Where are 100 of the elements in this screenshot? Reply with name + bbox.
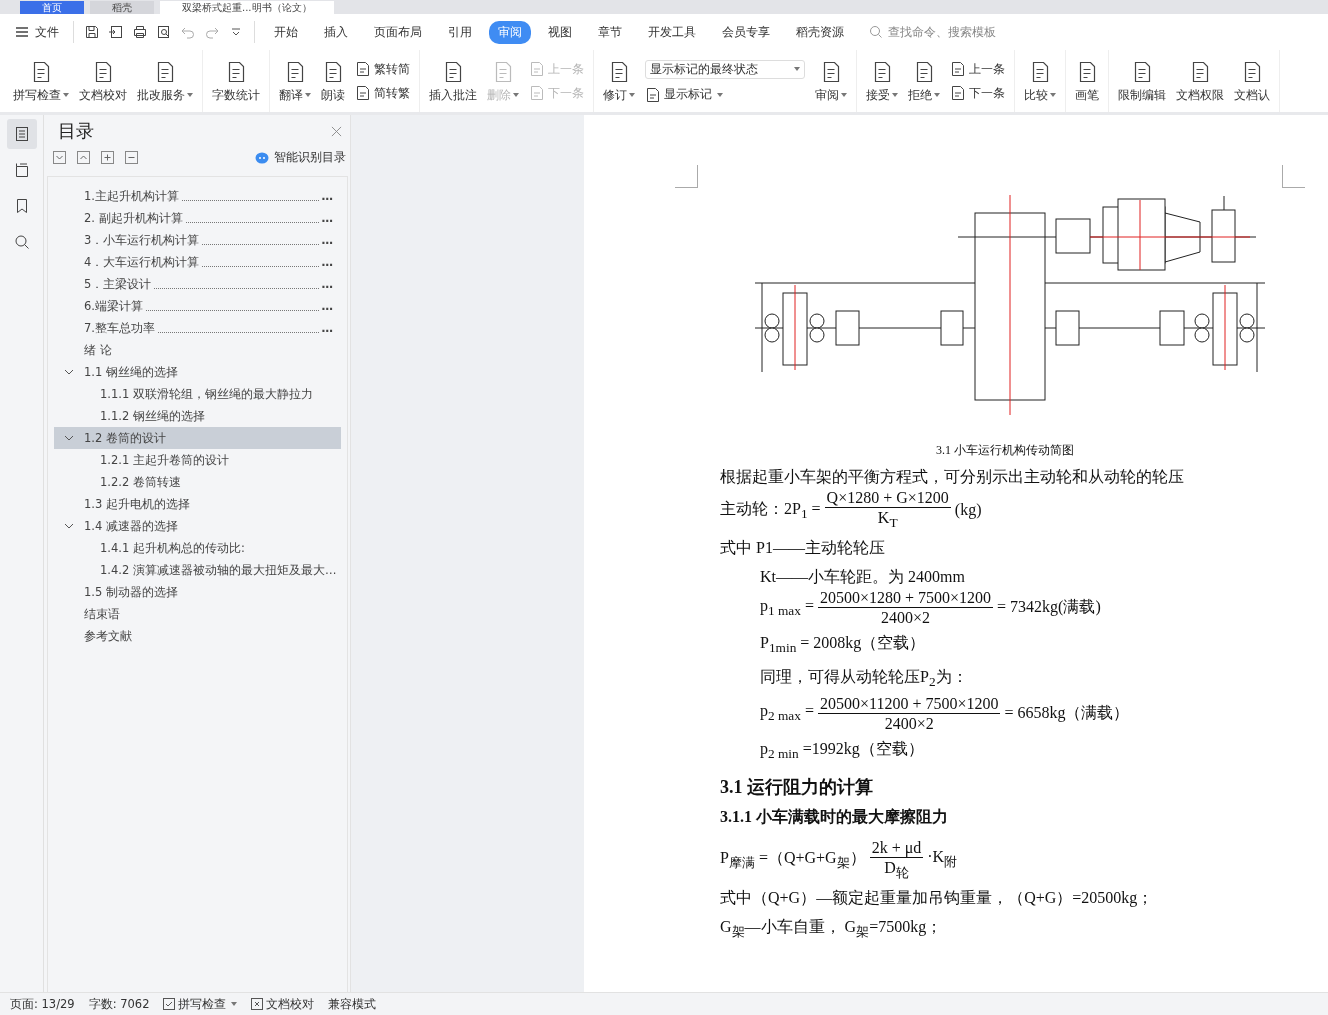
paragraph: 式中（Q+G）—额定起重量加吊钩重量，（Q+G）=20500kg； [720,887,1155,909]
chevron-icon[interactable] [64,367,74,377]
toc-label: 1.3 起升电机的选择 [84,496,190,512]
document-icon [355,61,371,77]
window-tab[interactable]: 稻壳 [90,1,154,14]
toc-label: 1.5 制动器的选择 [84,584,178,600]
window-tab[interactable]: 首页 [20,1,84,14]
ellipsis: … [321,255,333,269]
toc-label: 结束语 [84,606,120,622]
ellipsis: … [321,233,333,247]
close-icon[interactable] [331,125,342,137]
print-preview-icon[interactable] [156,24,172,40]
checkbox-tick-icon [163,998,176,1010]
ribbon-tab[interactable]: 章节 [589,20,631,44]
toc-item[interactable]: 2. 副起升机构计算 … [54,207,341,229]
print-icon[interactable] [132,24,148,40]
toc-item[interactable]: 参考文献 [54,625,341,647]
ribbon-button[interactable]: 审阅 [811,57,851,105]
ribbon-button[interactable]: 字数统计 [208,57,264,105]
ribbon-button[interactable]: 繁转简 [355,61,410,77]
toc-item[interactable]: 7.整车总功率 … [54,317,341,339]
spell-check-button[interactable]: 拼写检查 [163,996,238,1012]
ribbon-button[interactable]: 限制编辑 [1114,57,1170,105]
search-field[interactable]: 查找命令、搜索模板 [869,24,1020,40]
ribbon-button[interactable]: 比较 [1020,57,1060,105]
chevron-icon[interactable] [64,521,74,531]
paragraph: 式中 P1——主动轮轮压 [720,538,886,559]
toc-label: 1.4 减速器的选择 [84,518,178,534]
document-icon [645,86,661,103]
search-icon [13,234,30,250]
proofread-button[interactable]: 文档校对 [251,996,315,1012]
toc-label: 1.1.1 双联滑轮组，钢丝绳的最大静拉力 [100,386,313,402]
expand-icon[interactable] [77,151,90,164]
toc-item[interactable]: 6.端梁计算 … [54,295,341,317]
toc-item[interactable]: 结束语 [54,603,341,625]
save-icon[interactable] [84,24,100,40]
smart-toc-button[interactable]: 智能识别目录 [255,149,346,166]
toc-label: 4．大车运行机构计算 [84,254,200,270]
ribbon-tab[interactable]: 插入 [315,20,357,44]
ribbon-button[interactable]: 修订 [599,57,639,105]
ribbon-button[interactable]: 拒绝 [904,57,944,105]
toc-item[interactable]: 5．主梁设计 … [54,273,341,295]
ribbon-tab[interactable]: 开发工具 [639,20,705,44]
toc-item[interactable]: 1.1 钢丝绳的选择 [54,361,341,383]
chapter-icon [13,162,30,178]
ribbon-button[interactable]: 简转繁 [355,85,410,101]
export-icon[interactable] [108,24,124,40]
ribbon-tab[interactable]: 会员专享 [713,20,779,44]
ribbon-button[interactable]: 翻译 [275,57,315,105]
ribbon-button[interactable]: 接受 [862,57,902,105]
toc-label: 1.2.1 主起升卷筒的设计 [100,452,229,468]
ellipsis: … [321,299,333,313]
markup-dropdown[interactable]: 显示标记的最终状态 [645,59,805,79]
add-icon[interactable] [101,151,114,164]
document-icon [529,85,545,101]
toc-item[interactable]: 1.1.1 双联滑轮组，钢丝绳的最大静拉力 [54,383,341,405]
toc-item[interactable]: 绪 论 [54,339,341,361]
toc-item[interactable]: 1.3 起升电机的选择 [54,493,341,515]
collapse-icon[interactable] [53,151,66,164]
ribbon-tab[interactable]: 页面布局 [365,20,431,44]
ribbon-tab[interactable]: 稻壳资源 [787,20,853,44]
chevron-icon[interactable] [64,433,74,443]
ribbon-button[interactable]: 画笔 [1071,57,1103,105]
ribbon-tab[interactable]: 引用 [439,20,481,44]
ribbon-button[interactable]: 上一条 [950,61,1005,77]
remove-icon[interactable] [125,151,138,164]
toc-label: 3．小车运行机构计算 [84,232,200,248]
toc-item[interactable]: 1.4 减速器的选择 [54,515,341,537]
show-markup-button[interactable]: 显示标记 [645,86,805,103]
toc-item[interactable]: 1.4.1 起升机构总的传动比: [54,537,341,559]
nav-pane-button[interactable] [6,119,37,149]
document-icon [529,61,545,77]
document-icon [355,85,371,101]
file-menu[interactable]: 文件 [14,23,67,41]
ribbon-tab[interactable]: 视图 [539,20,581,44]
toc-item[interactable]: 3．小车运行机构计算 … [54,229,341,251]
toc-item[interactable]: 1.2 卷筒的设计 [54,427,341,449]
ribbon-button[interactable]: 下一条 [950,85,1005,101]
section-heading: 3.1 运行阻力的计算 [720,775,874,799]
window-tab[interactable]: 双梁桥式起重...明书（论文） [160,1,334,14]
toc-item[interactable]: 1.2.2 卷筒转速 [54,471,341,493]
ribbon-button[interactable]: 文档校对 [75,57,131,105]
toc-item[interactable]: 4．大车运行机构计算 … [54,251,341,273]
ellipsis: … [321,211,333,225]
toc-label: 1.1.2 钢丝绳的选择 [100,408,205,424]
toc-item[interactable]: 1.4.2 演算减速器被动轴的最大扭矩及最大… [54,559,341,581]
ribbon-button[interactable]: 朗读 [317,57,349,105]
figure-caption: 3.1 小车运行机构传动简图 [936,442,1075,459]
ribbon-tab[interactable]: 开始 [265,20,307,44]
toc-item[interactable]: 1.主起升机构计算 … [54,185,341,207]
toc-item[interactable]: 1.1.2 钢丝绳的选择 [54,405,341,427]
toc-label: 1.2 卷筒的设计 [84,430,166,446]
ribbon-button[interactable]: 拼写检查 [9,57,73,105]
ribbon-button[interactable]: 文档认 [1230,57,1274,105]
document-icon [950,61,966,77]
toc-item[interactable]: 1.2.1 主起升卷筒的设计 [54,449,341,471]
ribbon-button[interactable]: 批改服务 [133,57,197,105]
ribbon-button[interactable]: 插入批注 [425,57,481,105]
ribbon-button[interactable]: 文档权限 [1172,57,1228,105]
toc-item[interactable]: 1.5 制动器的选择 [54,581,341,603]
